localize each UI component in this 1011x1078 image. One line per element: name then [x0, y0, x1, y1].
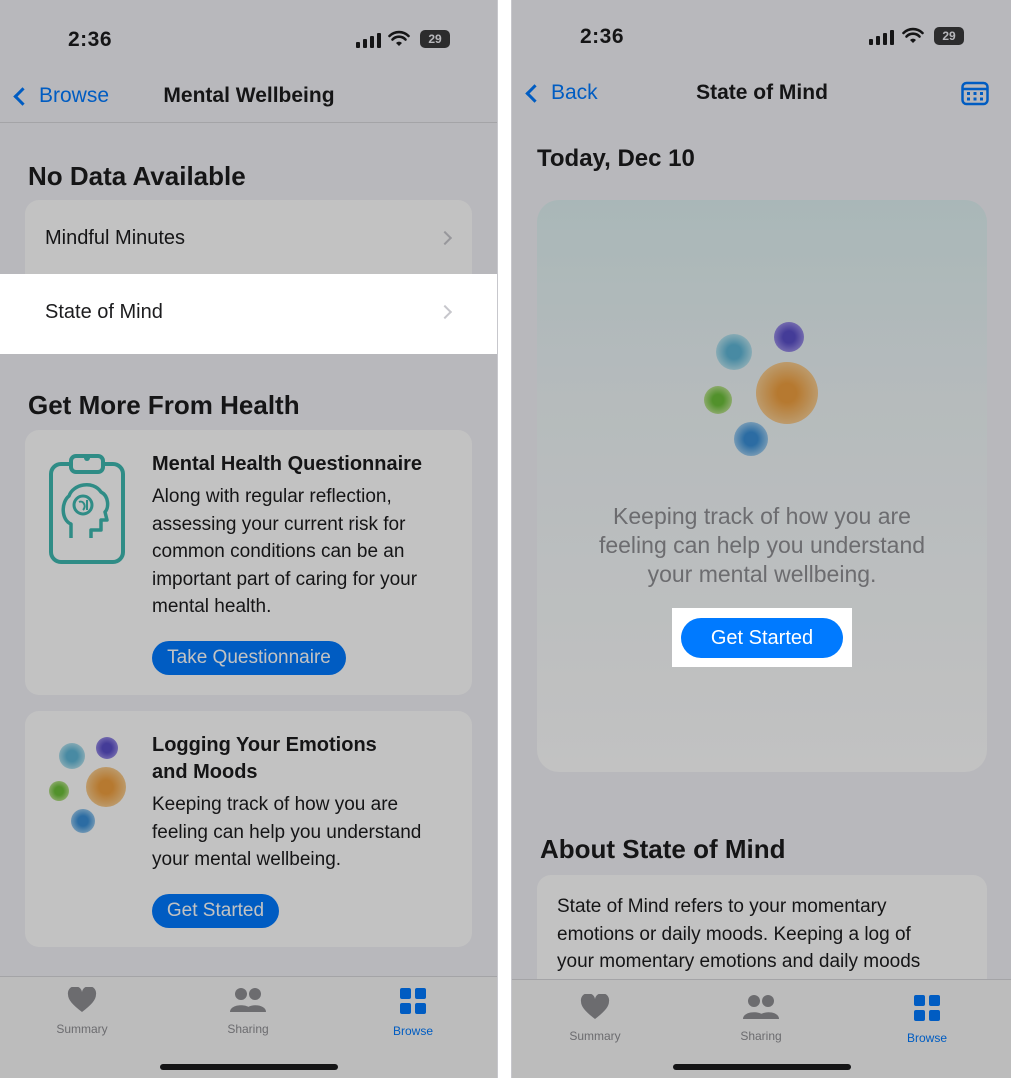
list-item-state-of-mind[interactable]: State of Mind [25, 274, 472, 350]
tab-label: Summary [56, 1022, 108, 1036]
tab-label: Sharing [227, 1022, 269, 1036]
heart-icon [67, 986, 97, 1012]
chevron-left-icon [13, 86, 32, 106]
home-indicator [673, 1064, 851, 1070]
about-card: State of Mind refers to your momentary e… [537, 875, 987, 995]
list-item-mindful-minutes[interactable]: Mindful Minutes [25, 200, 472, 275]
take-questionnaire-button[interactable]: Take Questionnaire [152, 641, 346, 675]
get-started-button[interactable]: Get Started [681, 618, 843, 658]
emotion-flowers-icon [702, 318, 822, 458]
row-label: Mindful Minutes [45, 227, 186, 249]
people-icon [230, 988, 266, 1012]
page-title: Mental Wellbeing [163, 84, 335, 107]
card-body: Along with regular reflection, assessing… [152, 486, 418, 617]
wifi-icon [388, 30, 410, 46]
tab-label: Browse [392, 1024, 433, 1038]
section-header-get-more: Get More From Health [28, 390, 300, 420]
about-line1: State of Mind refers to your momentary [557, 896, 887, 917]
tab-sharing[interactable]: Sharing [711, 994, 811, 1043]
back-button[interactable]: Browse [12, 84, 109, 108]
state-of-mind-card: Keeping track of how you are feeling can… [537, 200, 987, 772]
back-label: Back [551, 81, 598, 104]
cellular-signal-icon [869, 29, 894, 45]
card-title-line2: and Moods [152, 761, 258, 783]
tab-summary[interactable]: Summary [545, 993, 645, 1043]
chevron-left-icon [525, 83, 544, 103]
people-icon [743, 995, 779, 1019]
card-title: Mental Health Questionnaire [152, 453, 423, 475]
chevron-right-icon [437, 304, 453, 320]
empty-state-line1: Keeping track of how you are [613, 503, 911, 529]
tab-summary[interactable]: Summary [32, 986, 132, 1036]
date-header: Today, Dec 10 [537, 145, 695, 172]
grid-icon [400, 988, 426, 1014]
tab-browse[interactable]: Browse [877, 994, 977, 1045]
section-header-about: About State of Mind [540, 834, 786, 864]
tab-label: Browse [906, 1031, 947, 1045]
back-button[interactable]: Back [524, 81, 598, 105]
nav-divider [0, 122, 497, 123]
back-label: Browse [39, 84, 110, 107]
tab-bar: Summary Sharing Browse [512, 979, 1011, 1078]
wifi-icon [902, 27, 924, 43]
tab-bar: Summary Sharing Browse [0, 976, 497, 1078]
battery-indicator: 29 [420, 30, 450, 48]
card-body: Keeping track of how you are feeling can… [152, 794, 422, 870]
home-indicator [160, 1064, 338, 1070]
phone-left-mental-wellbeing: 2:36 29 Browse Mental Wellbeing No Data … [0, 0, 498, 1078]
row-label: State of Mind [45, 301, 163, 323]
empty-state-line3: your mental wellbeing. [647, 561, 877, 587]
tab-label: Sharing [740, 1029, 782, 1043]
battery-indicator: 29 [934, 27, 964, 45]
about-line2: emotions or daily moods. Keeping a log o… [557, 924, 911, 945]
phone-right-state-of-mind: 2:36 29 Back State of Mind Today, Dec 10… [511, 0, 1011, 1078]
questionnaire-card: Mental Health Questionnaire Along with r… [25, 430, 472, 695]
emotion-flowers-icon [49, 737, 133, 837]
tab-sharing[interactable]: Sharing [198, 987, 298, 1036]
brain-clipboard-icon [49, 454, 125, 564]
page-title: State of Mind [696, 81, 828, 104]
emotions-card: Logging Your Emotions and Moods Keeping … [25, 711, 472, 947]
grid-icon [914, 995, 940, 1021]
highlight-box: Get Started [672, 608, 852, 667]
card-title-line1: Logging Your Emotions [152, 734, 377, 756]
chevron-right-icon [437, 230, 453, 246]
calendar-icon[interactable] [961, 80, 989, 106]
tab-label: Summary [569, 1029, 621, 1043]
status-time: 2:36 [68, 28, 113, 51]
heart-icon [580, 993, 610, 1019]
section-header-no-data: No Data Available [28, 161, 246, 191]
tab-browse[interactable]: Browse [363, 987, 463, 1038]
empty-state-line2: feeling can help you understand [598, 532, 926, 558]
get-started-button[interactable]: Get Started [152, 894, 279, 928]
highlight-box: State of Mind [0, 274, 497, 354]
about-line3: your momentary emotions and daily moods [557, 951, 921, 972]
status-time: 2:36 [580, 25, 625, 48]
cellular-signal-icon [356, 32, 381, 48]
